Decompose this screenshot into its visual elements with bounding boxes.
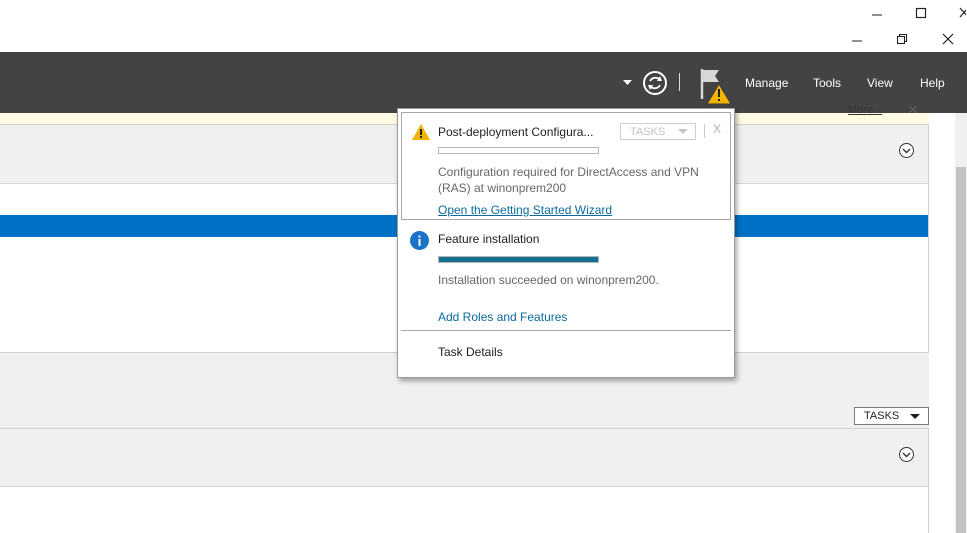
progress-bar: [438, 147, 599, 154]
notification-description: Installation succeeded on winonprem200.: [438, 273, 659, 287]
expand-button[interactable]: [899, 447, 914, 462]
flag-warning-icon[interactable]: [699, 67, 733, 105]
refresh-icon[interactable]: [642, 70, 668, 96]
tasks-label: TASKS: [630, 125, 666, 138]
more-link[interactable]: More...: [848, 104, 882, 116]
close-button-inner[interactable]: [937, 30, 959, 48]
separator: [704, 124, 705, 138]
notification-title: Post-deployment Configura...: [438, 125, 594, 139]
minimize-icon: [872, 14, 882, 16]
minimize-button-inner[interactable]: [846, 30, 868, 48]
close-strip-icon[interactable]: [908, 106, 918, 113]
chevron-down-icon: [902, 452, 911, 457]
minimize-icon: [852, 40, 862, 42]
maximize-icon: [915, 7, 927, 19]
scrollbar-thumb[interactable]: [956, 167, 966, 533]
progress-fill: [439, 257, 598, 262]
menu-manage[interactable]: Manage: [745, 76, 788, 90]
dismiss-button[interactable]: X: [713, 122, 721, 136]
popup-divider: [401, 330, 731, 331]
menu-tools[interactable]: Tools: [813, 76, 841, 90]
dropdown-arrow-icon[interactable]: [623, 80, 632, 86]
tasks-dropdown[interactable]: TASKS: [854, 407, 929, 425]
task-details-link[interactable]: Task Details: [438, 345, 503, 359]
maximize-button[interactable]: [910, 4, 932, 22]
dropdown-arrow-icon: [678, 129, 688, 134]
menubar-divider: [679, 73, 680, 91]
add-roles-link[interactable]: Add Roles and Features: [438, 310, 567, 324]
tasks-label: TASKS: [864, 410, 900, 422]
dropdown-arrow-icon: [910, 414, 920, 419]
progress-bar: [438, 256, 599, 263]
info-icon: [410, 231, 429, 250]
notification-description: Configuration required for DirectAccess …: [438, 165, 699, 195]
minimize-button[interactable]: [866, 4, 888, 22]
notifications-popup: Post-deployment Configura... TASKS X Con…: [397, 108, 735, 378]
tile-panel-header: [0, 429, 928, 487]
warning-icon: [412, 124, 430, 140]
expand-button[interactable]: [899, 143, 914, 158]
menu-help[interactable]: Help: [920, 76, 945, 90]
restore-icon: [896, 33, 908, 45]
tile-panel-bottom: [0, 428, 929, 533]
notification-title: Feature installation: [438, 232, 540, 246]
restore-button[interactable]: [891, 30, 913, 48]
close-icon: [959, 7, 966, 18]
tasks-dropdown-disabled: TASKS: [620, 123, 696, 140]
chevron-down-icon: [902, 148, 911, 153]
server-manager-menubar: Manage Tools View Help: [0, 52, 967, 113]
close-icon: [942, 33, 954, 45]
menu-view[interactable]: View: [867, 76, 893, 90]
notification-post-deployment: Post-deployment Configura... TASKS X Con…: [401, 112, 731, 220]
getting-started-link[interactable]: Open the Getting Started Wizard: [438, 203, 612, 217]
close-button[interactable]: [953, 4, 967, 22]
